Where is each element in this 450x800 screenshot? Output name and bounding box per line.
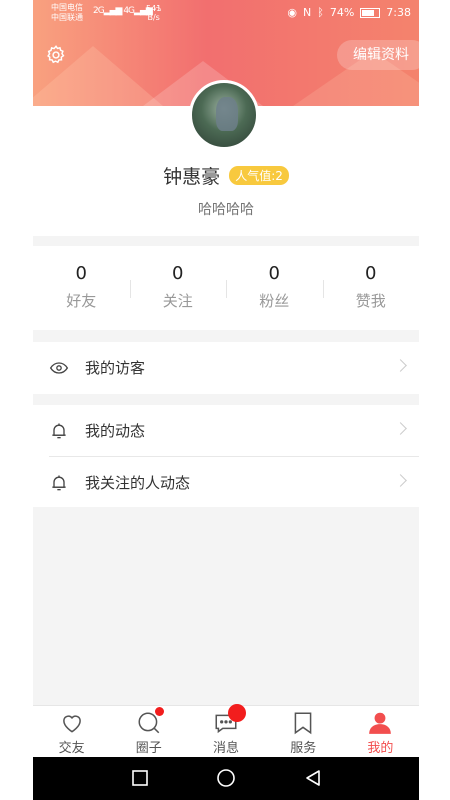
stat-friends[interactable]: 0 好友 <box>33 246 130 330</box>
tab-messages[interactable]: 消息 <box>187 704 264 758</box>
status-right: ◉ N ᛒ 74% 7:38 <box>287 6 411 19</box>
user-signature: 哈哈哈哈 <box>198 202 254 218</box>
network-type-2: 4G <box>123 6 135 16</box>
menu-item-following-posts[interactable]: 我关注的人动态 <box>49 456 419 508</box>
stat-value: 0 <box>268 263 280 284</box>
nfc-icon: N <box>303 6 312 19</box>
stat-label: 赞我 <box>355 292 386 310</box>
network-type-1: 2G <box>93 6 105 16</box>
network-speed-unit: B/s <box>147 13 160 22</box>
tab-friends[interactable]: 交友 <box>33 706 110 758</box>
stat-following[interactable]: 0 关注 <box>129 246 227 330</box>
edit-profile-button[interactable]: 编辑资料 <box>337 40 419 70</box>
stats-row: 0 好友 0 关注 0 粉丝 0 赞我 <box>33 246 419 330</box>
bell-icon <box>52 423 66 438</box>
heart-icon <box>62 715 81 733</box>
tab-label: 服务 <box>290 741 317 756</box>
eye-icon <box>49 361 69 374</box>
stat-label: 好友 <box>66 292 97 310</box>
status-bar: 中国电信 中国联通 2G▂▄▆ 4G▂▄▆ ◠ 541 B/s ◉ N ᛒ 74… <box>33 0 419 28</box>
menu-group-posts: 我的动态 我关注的人动态 <box>33 405 419 507</box>
chevron-right-icon <box>394 474 407 487</box>
carrier-1: 中国电信 <box>51 3 83 12</box>
menu-item-visitors[interactable]: 我的访客 <box>33 342 419 393</box>
stat-likes[interactable]: 0 赞我 <box>322 246 420 330</box>
tab-label: 圈子 <box>135 741 162 756</box>
chevron-right-icon <box>394 422 407 435</box>
battery-icon <box>360 7 381 18</box>
bell-icon <box>52 475 66 490</box>
bottom-tab-bar: 交友 圈子 消息 服务 我的 <box>33 704 419 758</box>
back-triangle-icon[interactable] <box>303 768 323 788</box>
stat-fans[interactable]: 0 粉丝 <box>226 246 323 330</box>
carrier-labels: 中国电信 中国联通 <box>51 3 83 23</box>
menu-item-label: 我的访客 <box>85 359 146 377</box>
stat-label: 关注 <box>162 292 193 310</box>
stat-value: 0 <box>172 263 184 284</box>
network-speed: 541 B/s <box>146 4 161 22</box>
app-screen: 中国电信 中国联通 2G▂▄▆ 4G▂▄▆ ◠ 541 B/s ◉ N ᛒ 74… <box>33 0 419 800</box>
tab-label: 消息 <box>213 741 240 756</box>
notification-dot <box>155 707 165 716</box>
stat-value: 0 <box>365 263 377 284</box>
user-name: 钟惠豪 <box>163 166 221 188</box>
tab-label: 交友 <box>58 741 85 756</box>
tab-label: 我的 <box>367 741 394 756</box>
tab-services[interactable]: 服务 <box>265 706 342 758</box>
menu-item-label: 我关注的人动态 <box>85 474 191 492</box>
avatar-photo <box>216 97 238 131</box>
eye-comfort-icon: ◉ <box>287 6 297 19</box>
recents-square-icon[interactable] <box>131 769 149 787</box>
tab-circle[interactable]: 圈子 <box>110 706 187 758</box>
stat-value: 0 <box>75 263 87 284</box>
carrier-2: 中国联通 <box>51 13 83 22</box>
popularity-badge: 人气值:2 <box>229 166 289 185</box>
settings-gear-icon[interactable] <box>45 44 67 66</box>
unread-badge <box>228 704 247 722</box>
home-circle-icon[interactable] <box>216 768 236 788</box>
bluetooth-icon: ᛒ <box>317 6 324 19</box>
avatar[interactable] <box>189 80 259 150</box>
name-row: 钟惠豪 人气值:2 <box>33 162 419 189</box>
menu-item-my-posts[interactable]: 我的动态 <box>33 405 419 456</box>
system-nav-bar <box>33 757 419 800</box>
menu-group-visitors: 我的访客 <box>33 342 419 394</box>
person-icon <box>369 712 392 734</box>
network-speed-value: 541 <box>146 4 162 13</box>
clock: 7:38 <box>386 6 411 19</box>
battery-percent: 74% <box>329 6 355 19</box>
stat-label: 粉丝 <box>259 292 290 310</box>
tab-mine[interactable]: 我的 <box>342 706 419 758</box>
menu-item-label: 我的动态 <box>85 422 146 440</box>
bookmark-icon <box>294 712 312 735</box>
chevron-right-icon <box>394 359 407 372</box>
